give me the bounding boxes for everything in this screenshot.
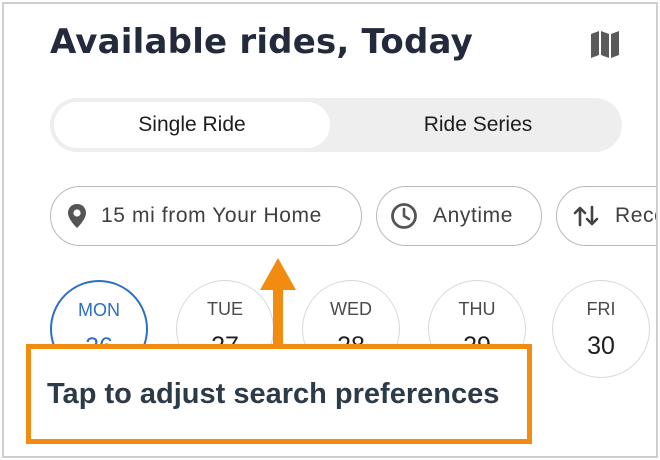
day-name: MON — [78, 300, 120, 320]
pointer-arrow-icon — [260, 258, 296, 352]
ride-type-toggle: Single Ride Ride Series — [50, 98, 622, 152]
map-icon[interactable] — [588, 28, 622, 60]
sort-arrows-icon — [573, 205, 599, 227]
location-filter-label: 15 mi from Your Home — [101, 204, 322, 227]
tab-single-ride[interactable]: Single Ride — [54, 102, 330, 148]
tab-single-ride-label: Single Ride — [138, 113, 246, 136]
app-screen: Available rides, Today Single Ride Ride … — [2, 2, 658, 458]
page-title: Available rides, Today — [50, 22, 473, 62]
day-name: WED — [330, 299, 372, 319]
location-filter-chip[interactable]: 15 mi from Your Home — [50, 186, 362, 246]
time-filter-label: Anytime — [433, 204, 514, 227]
location-pin-icon — [68, 204, 86, 228]
tab-ride-series[interactable]: Ride Series — [340, 102, 616, 148]
sort-filter-label: Reco — [615, 204, 656, 227]
clock-icon — [391, 203, 417, 229]
tooltip-text: Tap to adjust search preferences — [47, 377, 500, 410]
day-name: FRI — [586, 299, 616, 319]
day-name: THU — [458, 299, 496, 319]
coach-mark-tooltip: Tap to adjust search preferences — [26, 344, 532, 444]
sort-filter-chip[interactable]: Reco — [556, 186, 656, 246]
tab-ride-series-label: Ride Series — [423, 113, 533, 136]
time-filter-chip[interactable]: Anytime — [376, 186, 542, 246]
day-fri[interactable]: FRI 30 — [552, 280, 650, 378]
day-date: 30 — [587, 332, 615, 360]
